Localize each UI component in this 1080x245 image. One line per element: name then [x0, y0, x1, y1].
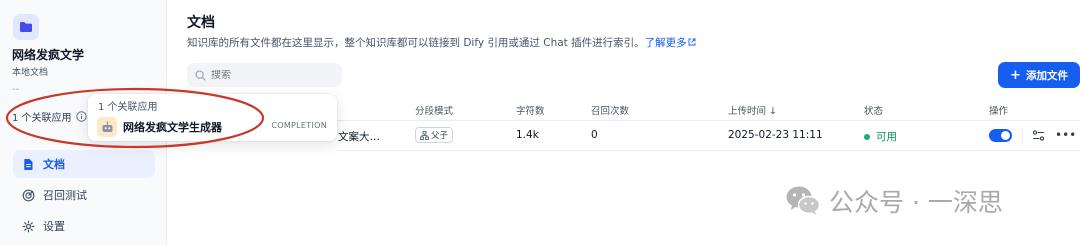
segment-mode-tag: 父子 [415, 127, 454, 143]
search-icon [195, 69, 206, 81]
status-dot [864, 133, 870, 140]
knowledge-base-name: 网络发疯文学 [12, 48, 85, 62]
sidebar-item-label: 设置 [43, 220, 65, 233]
upload-time-cell: 2025-02-23 11:11 [728, 129, 823, 141]
status-badge: 可用 [864, 129, 897, 144]
sidebar-item-recall-test[interactable]: 召回测试 [13, 181, 155, 209]
segment-mode-label: 父子 [431, 131, 449, 141]
plus-icon: + [1010, 67, 1021, 83]
folder-icon [13, 14, 39, 40]
column-header-status: 状态 [864, 106, 884, 117]
column-header-upload-time[interactable]: 上传时间 ↓ [728, 103, 777, 117]
app-avatar-icon [97, 117, 117, 137]
add-file-button[interactable]: + 添加文件 [998, 62, 1080, 88]
page-description-text: 知识库的所有文件都在这里显示，整个知识库都可以链接到 Dify 引用或通过 Ch… [187, 37, 645, 49]
watermark: 公众号 · 一深思 [785, 183, 1003, 219]
actions-divider [1022, 128, 1023, 143]
more-icon[interactable]: ••• [1055, 128, 1076, 142]
related-app-mode: COMPLETION [271, 121, 327, 130]
learn-more-link[interactable]: 了解更多 [645, 37, 696, 49]
search-box[interactable] [187, 63, 342, 87]
char-count-cell: 1.4k [516, 129, 539, 141]
related-app-name[interactable]: 网络发疯文学生成器 [123, 119, 222, 135]
sidebar-item-label: 文档 [43, 158, 65, 171]
recall-count-cell: 0 [591, 129, 598, 141]
status-label: 可用 [876, 131, 897, 143]
add-file-button-label: 添加文件 [1025, 69, 1068, 82]
gear-icon [22, 220, 35, 233]
page-description: 知识库的所有文件都在这里显示，整个知识库都可以链接到 Dify 引用或通过 Ch… [187, 35, 696, 50]
column-header-segment-mode: 分段模式 [415, 106, 454, 117]
target-icon [22, 189, 35, 202]
sidebar-item-settings[interactable]: 设置 [13, 212, 155, 240]
column-header-recall-count: 召回次数 [591, 106, 630, 117]
knowledge-base-type: 本地文档 [12, 68, 49, 78]
knowledge-base-description: -- [12, 84, 20, 95]
column-header-char-count: 字符数 [516, 106, 545, 117]
page-title: 文档 [187, 15, 215, 31]
parent-child-icon [420, 130, 429, 140]
related-apps-trigger[interactable]: 1 个关联应用 [12, 109, 87, 124]
sidebar-item-documents[interactable]: 文档 [13, 150, 155, 178]
watermark-text: 公众号 · 一深思 [829, 188, 1003, 217]
sidebar-item-label: 召回测试 [43, 189, 87, 202]
external-link-icon [688, 38, 696, 46]
document-name[interactable]: 文案大… [338, 129, 380, 144]
segment-settings-icon[interactable] [1032, 129, 1045, 142]
wechat-logo-icon [786, 186, 821, 215]
info-icon[interactable] [75, 111, 87, 122]
document-icon [22, 158, 35, 171]
related-apps-label: 1 个关联应用 [12, 113, 72, 124]
table-header-divider [337, 120, 1080, 121]
popover-title: 1 个关联应用 [98, 102, 158, 113]
search-input[interactable] [211, 69, 331, 81]
table-row-divider [337, 150, 1080, 151]
column-header-actions: 操作 [989, 106, 1009, 117]
related-apps-popover: 1 个关联应用 网络发疯文学生成器 COMPLETION [88, 94, 337, 141]
enable-toggle[interactable] [989, 129, 1012, 142]
